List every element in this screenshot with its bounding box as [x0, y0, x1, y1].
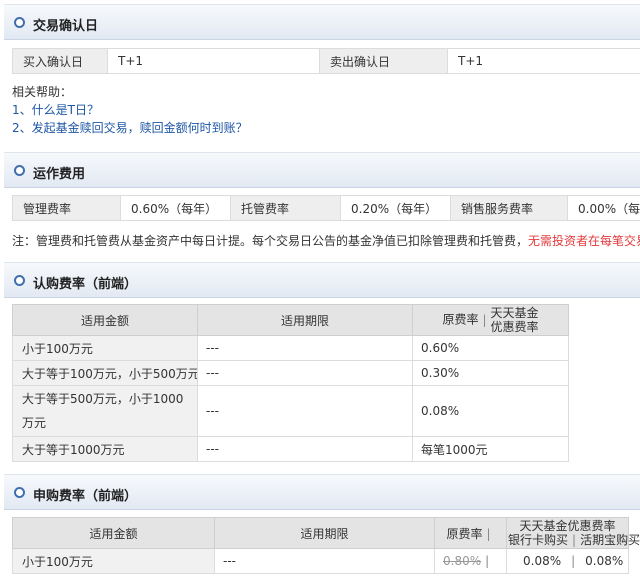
operating-section-title: 运作费用: [33, 167, 86, 182]
operating-note: 注：管理费和托管费从基金资产中每日计提。每个交易日公告的基金净值已扣除管理费和托…: [12, 232, 640, 249]
operating-table: 管理费率 0.60%（每年） 托管费率 0.20%（每年） 销售服务费率 0.0…: [12, 195, 640, 221]
column-divider: |: [485, 554, 490, 568]
purchase-section-header: 申购费率（前端）: [4, 474, 640, 510]
col-header-discount: 天天基金优惠费率 银行卡购买 | 活期宝购买: [506, 517, 640, 549]
column-divider: |: [572, 533, 577, 547]
buy-confirm-label: 买入确认日: [12, 48, 108, 74]
row-amount: 小于100万元: [12, 335, 198, 361]
subscribe-section-title: 认购费率（前端）: [33, 277, 138, 292]
section-bullet-icon: [14, 487, 25, 498]
col-header-huoqibao: 活期宝购买: [580, 533, 640, 547]
note-text: 注：管理费和托管费从基金资产中每日计提。每个交易日公告的基金净值已扣除管理费和托…: [12, 234, 529, 248]
table-row: 小于100万元 --- 0.60%: [12, 335, 569, 361]
mgmt-fee-label: 管理费率: [12, 195, 121, 221]
row-discount: 0.08% | 0.08%: [506, 548, 629, 574]
sales-fee-value: 0.00%（每年）: [567, 195, 640, 221]
col-header-amount: 适用金额: [12, 304, 198, 336]
col-header-tiantian: 天天基金: [490, 306, 539, 320]
row-bank-rate: 0.08%: [523, 554, 562, 568]
col-header-term: 适用期限: [197, 304, 413, 336]
row-rate: 0.08%: [412, 385, 569, 437]
col-header-discount-rate: 天天基金优惠费率: [519, 519, 616, 533]
section-bullet-icon: [14, 275, 25, 286]
confirm-section-title: 交易确认日: [33, 19, 99, 34]
subscribe-rate-table: 适用金额 适用期限 原费率 | 天天基金 优惠费率 小于100万元 --- 0.60%…: [12, 304, 569, 462]
col-header-bank-card: 银行卡购买: [508, 533, 569, 547]
col-header-term: 适用期限: [214, 517, 435, 549]
table-row: 大于等于500万元，小于1000万元 --- 0.08%: [12, 385, 569, 437]
table-row: 大于等于1000万元 --- 每笔1000元: [12, 436, 569, 462]
row-rate: 每笔1000元: [412, 436, 569, 462]
note-highlight: 无需投资者在每笔交易中另: [528, 234, 640, 248]
confirm-section-header: 交易确认日: [4, 4, 640, 40]
sell-confirm-value: T+1: [447, 48, 640, 74]
row-term: ---: [197, 436, 413, 462]
row-amount: 大于等于500万元，小于1000万元: [12, 385, 198, 437]
custody-fee-label: 托管费率: [230, 195, 341, 221]
help-link-t-day[interactable]: 1、什么是T日？: [12, 101, 248, 119]
purchase-section-title: 申购费率（前端）: [33, 489, 138, 504]
col-header-discount-rate: 优惠费率: [490, 320, 539, 334]
help-link-redemption[interactable]: 2、发起基金赎回交易，赎回金额何时到账？: [12, 119, 248, 137]
col-header-channels: 银行卡购买 | 活期宝购买: [508, 533, 640, 547]
buy-confirm-value: T+1: [107, 48, 320, 74]
sell-confirm-label: 卖出确认日: [319, 48, 448, 74]
confirm-table: 买入确认日 T+1 卖出确认日 T+1: [12, 48, 640, 74]
row-amount: 大于等于1000万元: [12, 436, 198, 462]
row-amount: 小于100万元: [12, 548, 215, 574]
help-block: 相关帮助： 1、什么是T日？ 2、发起基金赎回交易，赎回金额何时到账？: [12, 83, 248, 137]
column-divider: |: [486, 526, 491, 541]
operating-section-header: 运作费用: [4, 152, 640, 188]
col-header-original-rate: 原费率: [442, 312, 479, 327]
custody-fee-value: 0.20%（每年）: [340, 195, 451, 221]
help-title: 相关帮助：: [12, 85, 73, 99]
mgmt-fee-value: 0.60%（每年）: [120, 195, 231, 221]
row-term: ---: [214, 548, 435, 574]
section-bullet-icon: [14, 17, 25, 28]
sales-fee-label: 销售服务费率: [450, 195, 568, 221]
row-original-rate: 0.80% |: [434, 548, 507, 574]
row-rate: 0.30%: [412, 360, 569, 386]
col-header-discount: 天天基金 优惠费率: [491, 306, 539, 334]
col-header-original-rate: 原费率 |: [434, 517, 507, 549]
row-term: ---: [197, 385, 413, 437]
col-header-amount: 适用金额: [12, 517, 215, 549]
col-header-rate: 原费率 | 天天基金 优惠费率: [412, 304, 569, 336]
row-term: ---: [197, 335, 413, 361]
table-row: 小于100万元 --- 0.80% | 0.08% | 0.08%: [12, 548, 629, 574]
table-row: 大于等于100万元，小于500万元 --- 0.30%: [12, 360, 569, 386]
row-rate: 0.60%: [412, 335, 569, 361]
subscribe-section-header: 认购费率（前端）: [4, 262, 640, 298]
row-amount: 大于等于100万元，小于500万元: [12, 360, 198, 386]
column-divider: |: [571, 554, 576, 568]
section-bullet-icon: [14, 165, 25, 176]
row-huoqi-rate: 0.08%: [585, 554, 624, 568]
purchase-rate-table: 适用金额 适用期限 原费率 | 天天基金优惠费率 银行卡购买 | 活期宝购买 小于10…: [12, 517, 640, 574]
column-divider: |: [482, 312, 487, 327]
row-term: ---: [197, 360, 413, 386]
